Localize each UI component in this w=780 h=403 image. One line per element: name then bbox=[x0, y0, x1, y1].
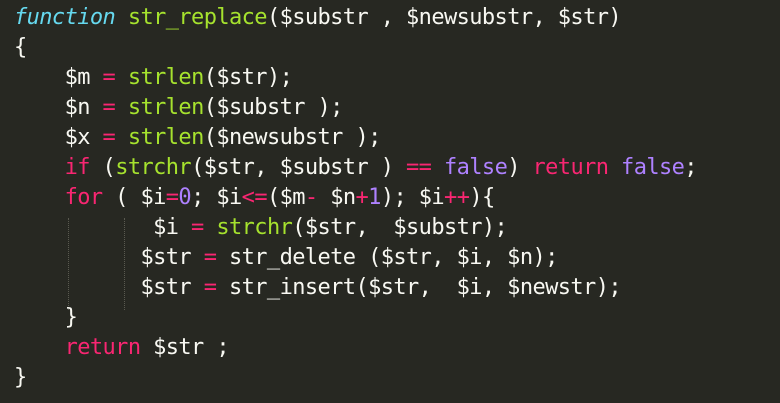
code-token: strchr bbox=[115, 155, 192, 180]
code-token: for bbox=[64, 185, 104, 210]
code-token: strchr bbox=[216, 215, 293, 240]
code-token: $str bbox=[14, 245, 204, 270]
code-token: = bbox=[203, 245, 217, 270]
code-token: 1 bbox=[368, 185, 381, 210]
code-token: str_replace bbox=[127, 5, 268, 30]
code-token: $i bbox=[14, 215, 192, 240]
code-line[interactable]: if (strchr($str, $substr ) == false) ret… bbox=[14, 153, 698, 183]
code-line[interactable]: $str = str_insert($str, $i, $newstr); bbox=[14, 273, 621, 303]
code-token: ){ bbox=[469, 185, 495, 210]
code-token: strlen bbox=[127, 95, 204, 120]
code-token: function bbox=[14, 5, 116, 30]
code-line[interactable]: function str_replace($substr , $newsubst… bbox=[14, 3, 622, 33]
code-token: false bbox=[621, 155, 685, 180]
code-token: 0 bbox=[178, 185, 192, 210]
code-token: - bbox=[304, 185, 318, 210]
code-token: ($str, $substr); bbox=[292, 215, 508, 240]
code-line[interactable]: { bbox=[14, 33, 27, 63]
code-line[interactable]: return $str ; bbox=[14, 333, 230, 363]
code-token: $x bbox=[14, 125, 103, 150]
code-token: $n bbox=[14, 95, 103, 120]
code-token: ; $i bbox=[191, 185, 242, 210]
code-line[interactable]: $n = strlen($substr ); bbox=[14, 93, 344, 123]
code-token: ; bbox=[684, 155, 697, 180]
code-token: str_insert($str, $i, $newstr); bbox=[216, 275, 622, 300]
code-token: = bbox=[165, 185, 179, 210]
code-token: = bbox=[191, 215, 204, 240]
code-line[interactable]: $i = strchr($str, $substr); bbox=[14, 213, 508, 243]
code-token: ); $i bbox=[380, 185, 445, 210]
code-token: $str ; bbox=[140, 335, 229, 360]
code-token: } bbox=[14, 365, 27, 390]
code-token: $n bbox=[317, 185, 356, 210]
code-token: if bbox=[64, 155, 91, 180]
code-line[interactable]: } bbox=[14, 303, 78, 333]
code-token: } bbox=[14, 305, 78, 330]
code-token: str_delete ($str, $i, $n); bbox=[216, 245, 558, 270]
code-token: ) bbox=[507, 155, 533, 180]
code-token: ($newsubstr ); bbox=[203, 125, 382, 150]
code-token: strlen bbox=[127, 125, 204, 150]
code-token: return bbox=[532, 155, 609, 180]
code-token: return bbox=[64, 335, 141, 360]
code-token: ( $i bbox=[102, 185, 166, 210]
code-token: = bbox=[102, 65, 116, 90]
code-token: $str bbox=[14, 275, 204, 300]
code-token: = bbox=[102, 95, 116, 120]
code-token: ++ bbox=[444, 185, 470, 210]
code-token: = bbox=[203, 275, 217, 300]
code-token: ($str, $substr ) bbox=[191, 155, 407, 180]
code-token: + bbox=[355, 185, 369, 210]
code-token: $m bbox=[14, 65, 103, 90]
code-token: { bbox=[14, 35, 27, 60]
code-token: ($str); bbox=[203, 65, 293, 90]
code-token: == bbox=[406, 155, 432, 180]
code-token: ($substr ); bbox=[203, 95, 344, 120]
code-line[interactable]: $str = str_delete ($str, $i, $n); bbox=[14, 243, 558, 273]
code-line[interactable]: for ( $i=0; $i<=($m- $n+1); $i++){ bbox=[14, 183, 496, 213]
code-token: <= bbox=[241, 185, 268, 210]
code-token: ( bbox=[89, 155, 116, 180]
code-line[interactable]: } bbox=[14, 363, 27, 393]
code-token: ($m bbox=[266, 185, 306, 210]
code-token: false bbox=[443, 155, 508, 180]
code-token: ($substr , $newsubstr, $str) bbox=[266, 5, 622, 30]
code-token: strlen bbox=[127, 65, 204, 90]
code-line[interactable]: $m = strlen($str); bbox=[14, 63, 293, 93]
code-line[interactable]: $x = strlen($newsubstr ); bbox=[14, 123, 382, 153]
code-token: = bbox=[102, 125, 116, 150]
code-editor[interactable]: function str_replace($substr , $newsubst… bbox=[0, 0, 780, 403]
